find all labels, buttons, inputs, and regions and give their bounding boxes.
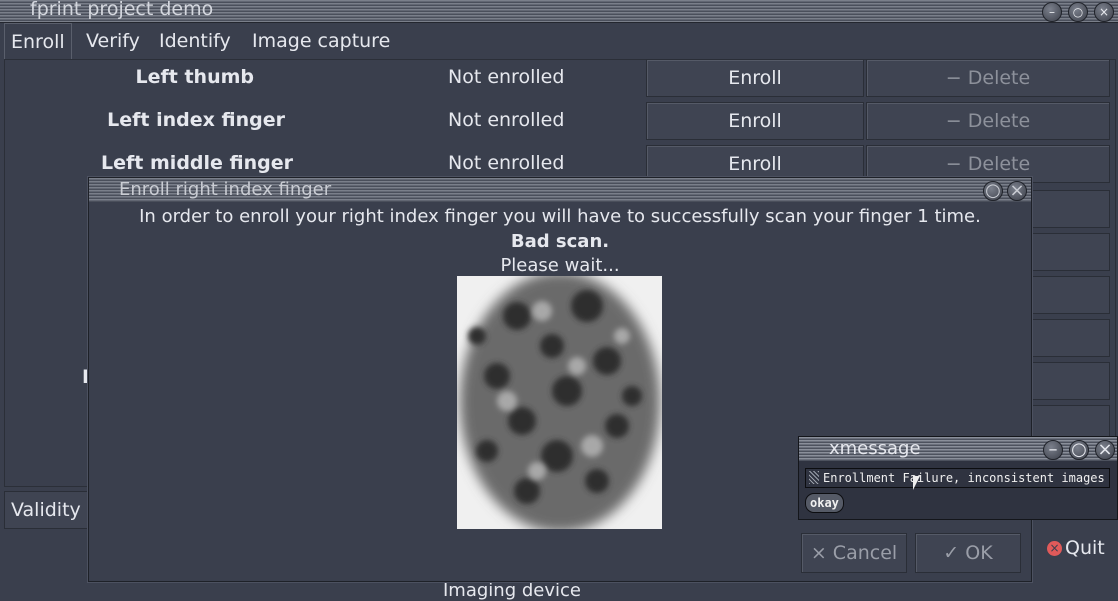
enroll-status: Not enrolled <box>448 109 565 131</box>
maximize-button[interactable]: ○ <box>983 181 1003 201</box>
check-icon: ✓ <box>943 542 966 564</box>
dialog-titlebar[interactable]: Enroll right index finger ○ × <box>89 178 1031 202</box>
delete-label: Delete <box>967 153 1031 175</box>
tab-verify[interactable]: Verify <box>80 23 146 59</box>
quit-button[interactable]: × Quit <box>1042 528 1118 568</box>
scan-status: Bad scan. <box>510 231 610 252</box>
finger-label: Left thumb <box>135 66 255 88</box>
imaging-device-label: Imaging device <box>443 580 581 601</box>
minus-icon: − <box>945 110 968 132</box>
x-icon: × <box>810 542 833 564</box>
delete-button[interactable] <box>1028 190 1110 228</box>
tab-bar: Enroll Verify Identify Image capture <box>0 23 1118 60</box>
close-button[interactable]: × <box>1095 440 1115 460</box>
delete-button[interactable] <box>1028 405 1110 437</box>
dialog-title: Enroll right index finger <box>119 179 332 200</box>
maximize-button[interactable]: ○ <box>1068 2 1088 22</box>
wait-text: Please wait... <box>500 255 620 276</box>
tab-enroll[interactable]: Enroll <box>4 23 72 60</box>
fingerprint-image <box>457 276 662 529</box>
delete-button[interactable]: − Delete <box>866 59 1110 97</box>
finger-label: Left middle finger <box>101 152 293 174</box>
tab-image-capture[interactable]: Image capture <box>246 23 396 59</box>
ok-label: OK <box>965 542 993 564</box>
xmessage-titlebar[interactable]: xmessage – ○ × <box>799 437 1117 461</box>
enroll-status: Not enrolled <box>448 152 565 174</box>
delete-label: Delete <box>967 110 1031 132</box>
minimize-button[interactable]: – <box>1042 2 1062 22</box>
cancel-label: Cancel <box>832 542 898 564</box>
tab-identify[interactable]: Identify <box>153 23 237 59</box>
main-window-title: fprint project demo <box>30 0 214 20</box>
enroll-status: Not enrolled <box>448 66 565 88</box>
main-titlebar[interactable]: fprint project demo – ○ × <box>0 0 1118 23</box>
scrollbar[interactable] <box>809 471 819 484</box>
mouse-cursor-icon <box>913 476 920 490</box>
close-button[interactable]: × <box>1094 2 1114 22</box>
minus-icon: − <box>945 67 968 89</box>
enroll-dialog: Enroll right index finger ○ × In order t… <box>88 177 1032 582</box>
minus-icon: − <box>945 153 968 175</box>
message-box[interactable]: Enrollment Failure, inconsistent images <box>805 468 1110 488</box>
okay-button[interactable]: okay <box>805 493 844 513</box>
xmessage-window: xmessage – ○ × Enrollment Failure, incon… <box>798 436 1118 520</box>
close-circle-icon: × <box>1047 541 1062 556</box>
enroll-button[interactable]: Enroll <box>646 59 864 97</box>
delete-button[interactable] <box>1028 276 1110 314</box>
close-button[interactable]: × <box>1007 181 1027 201</box>
xmessage-title: xmessage <box>829 438 921 459</box>
enroll-button[interactable]: Enroll <box>646 102 864 140</box>
instruction-text: In order to enroll your right index fing… <box>139 206 981 227</box>
delete-button[interactable]: − Delete <box>866 102 1110 140</box>
message-text: Enrollment Failure, inconsistent images <box>823 471 1105 485</box>
delete-label: Delete <box>967 67 1031 89</box>
delete-button[interactable] <box>1028 319 1110 357</box>
cancel-button[interactable]: × Cancel <box>801 533 907 573</box>
delete-button[interactable] <box>1028 362 1110 400</box>
validity-button[interactable]: Validity <box>4 491 88 529</box>
maximize-button[interactable]: ○ <box>1069 440 1089 460</box>
quit-label: Quit <box>1065 537 1105 559</box>
minimize-button[interactable]: – <box>1043 440 1063 460</box>
ok-button[interactable]: ✓ OK <box>915 533 1021 573</box>
delete-button[interactable] <box>1028 233 1110 271</box>
finger-label: Left index finger <box>107 109 285 131</box>
